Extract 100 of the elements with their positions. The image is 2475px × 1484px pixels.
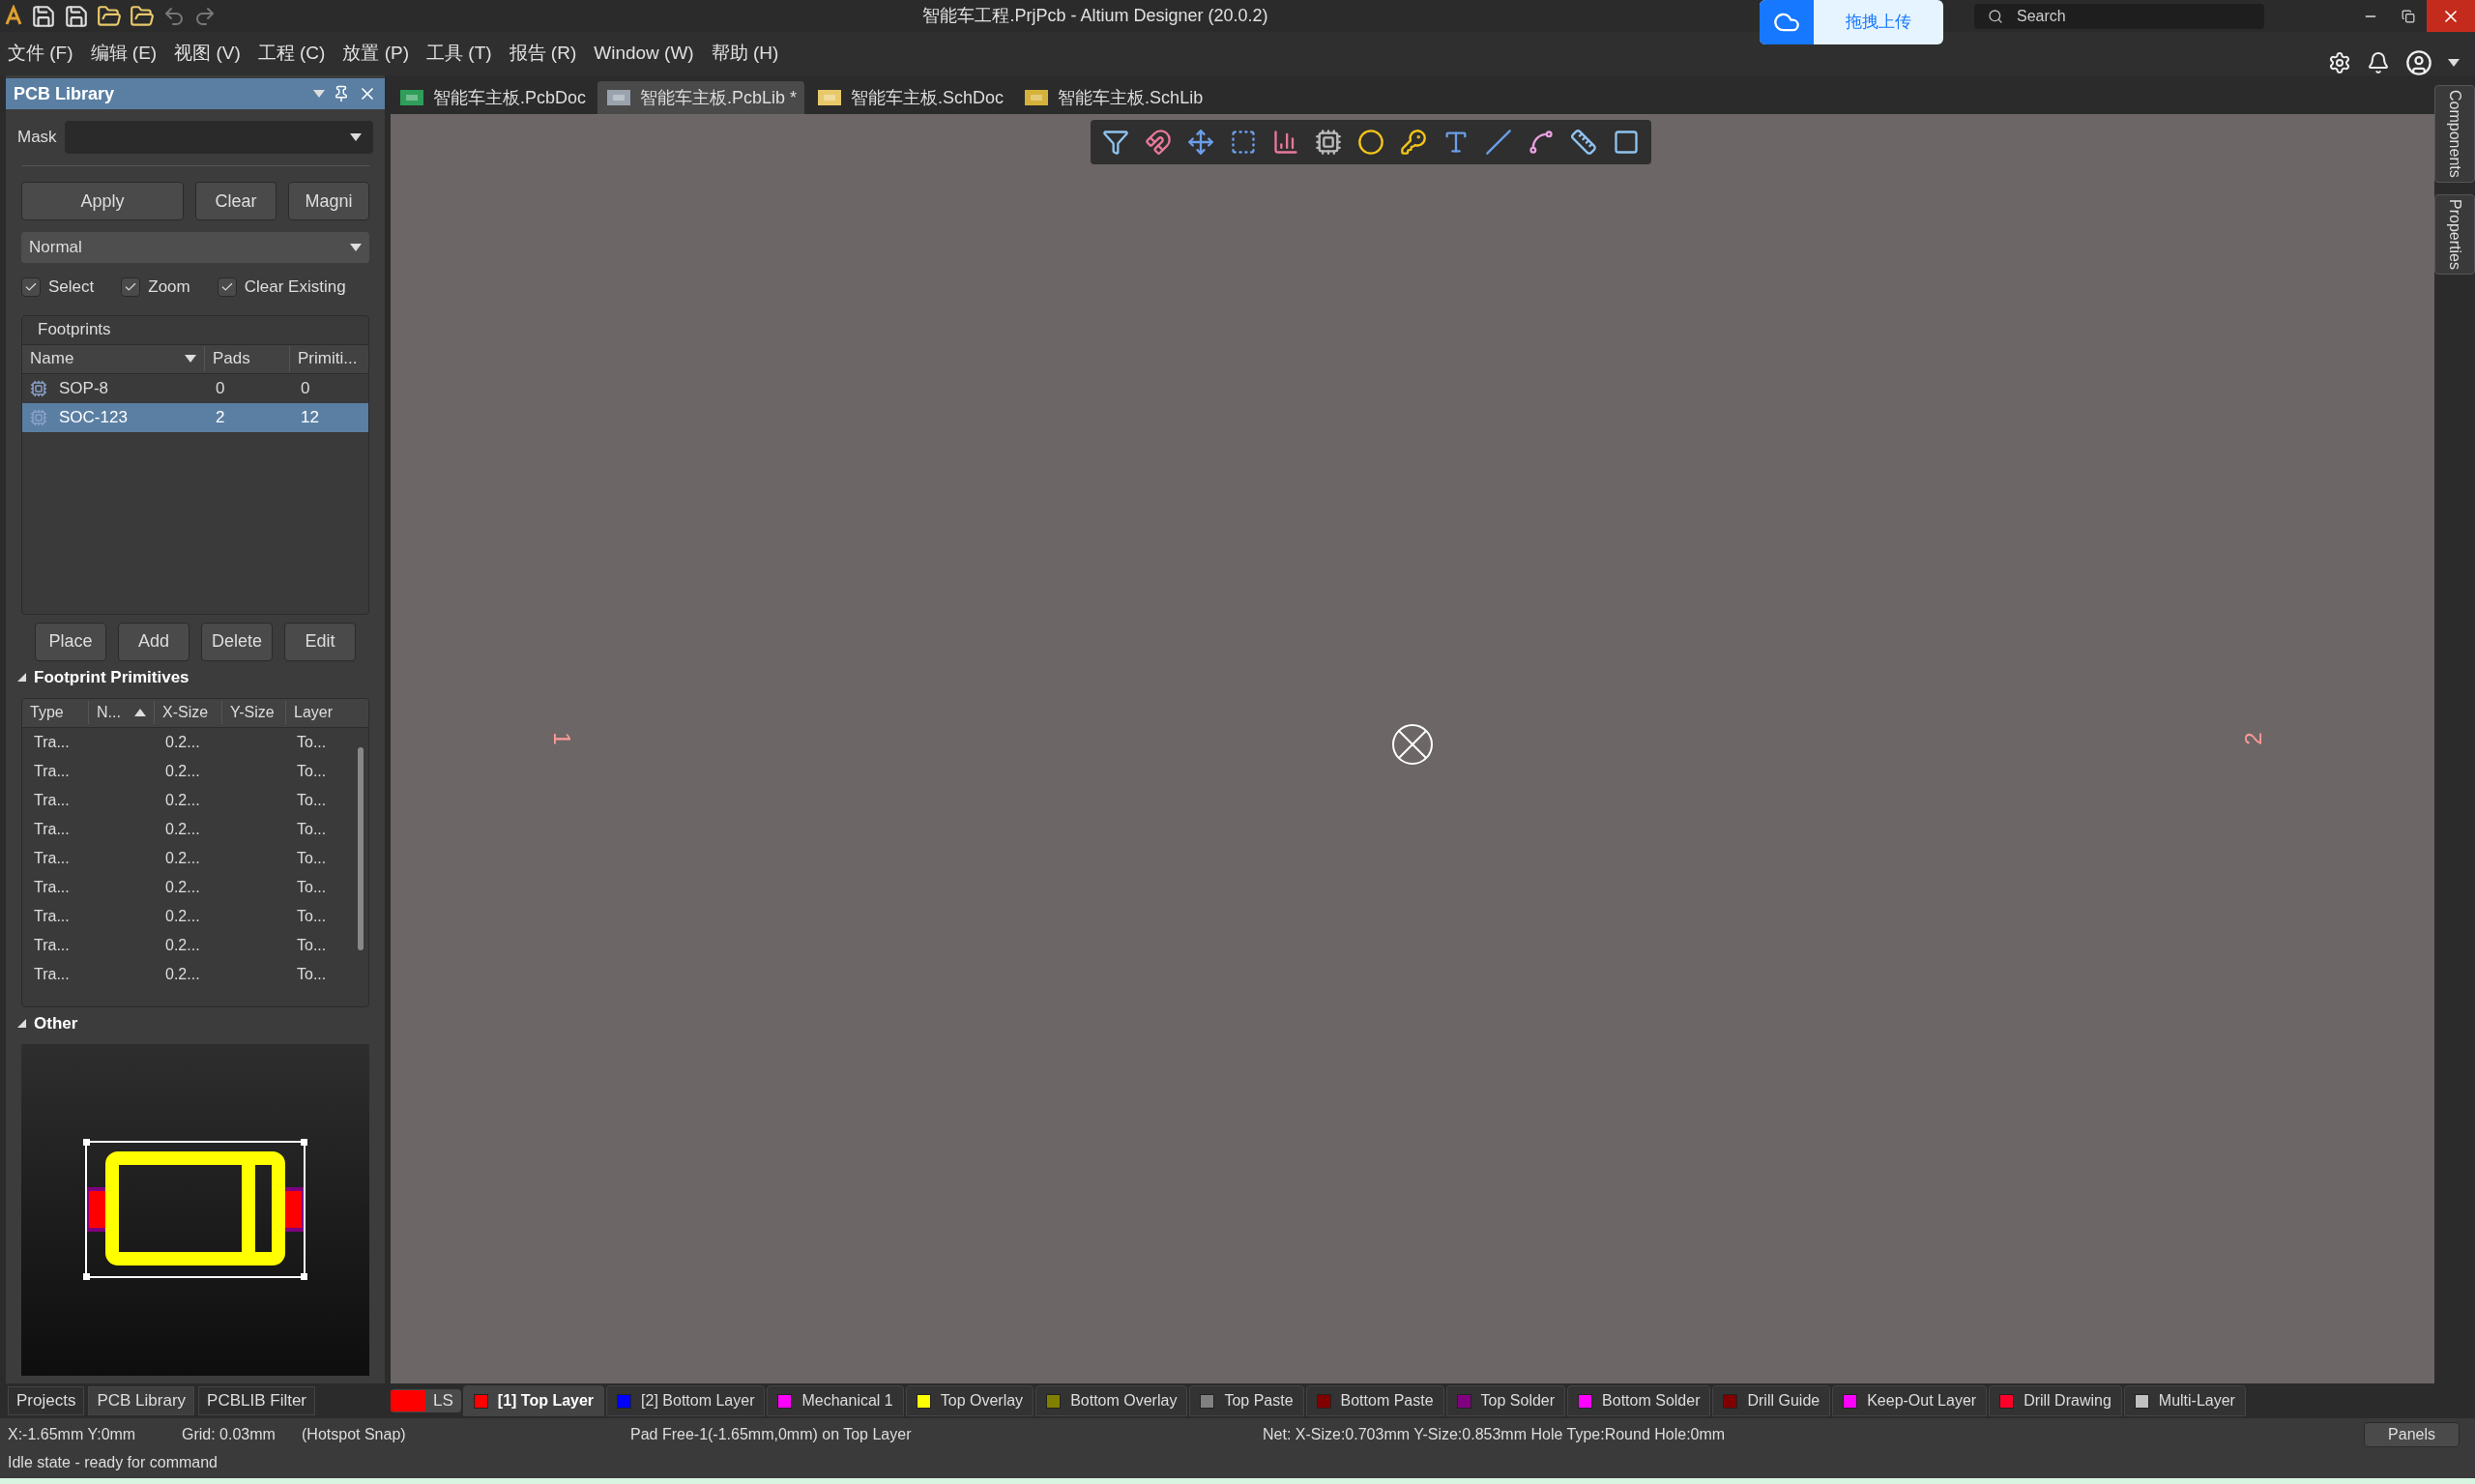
action-button[interactable]: Place: [35, 622, 106, 661]
menu-item[interactable]: 工程 (C): [257, 40, 326, 68]
table-cell-text: Tra...: [33, 935, 71, 955]
column-header[interactable]: Layer: [285, 701, 368, 724]
folder-icon[interactable]: [97, 3, 122, 29]
status-coords: X:-1.65mm Y:0mm: [8, 1425, 137, 1444]
document-tab[interactable]: 智能车主板.PcbDoc: [391, 81, 595, 114]
column-header[interactable]: Primiti...: [289, 346, 368, 371]
upload-button[interactable]: 拖拽上传: [1760, 0, 1943, 44]
column-header[interactable]: Name: [22, 346, 204, 371]
menu-item[interactable]: 放置 (P): [342, 40, 410, 68]
pad-label: 2: [2238, 732, 2267, 745]
checkbox[interactable]: [121, 276, 141, 297]
layer-tab[interactable]: Keep-Out Layer: [1832, 1385, 1988, 1416]
table-cell-text: Tra...: [33, 964, 71, 984]
line-icon[interactable]: [1485, 129, 1512, 156]
expanded-triangle-icon[interactable]: [17, 1019, 26, 1028]
checkbox[interactable]: [217, 276, 237, 297]
side-panel-tab[interactable]: Properties: [2434, 193, 2475, 275]
dashed-square-icon[interactable]: [1230, 129, 1257, 156]
layer-tab[interactable]: Top Paste: [1189, 1385, 1304, 1416]
panel-tab[interactable]: PCB Library: [88, 1386, 195, 1415]
mode-dropdown[interactable]: Normal: [21, 232, 369, 263]
table-cell-text: Tra...: [33, 877, 71, 897]
column-header[interactable]: Pads: [204, 346, 289, 371]
table-cell-text: 0: [215, 377, 226, 399]
restore-icon[interactable]: [2402, 9, 2415, 23]
layer-tab[interactable]: Mechanical 1: [767, 1385, 904, 1416]
table-cell-text: 0.2...: [164, 790, 201, 810]
status-grid: Grid: 0.03mm: [182, 1425, 277, 1444]
side-panel-tab[interactable]: Components: [2434, 85, 2475, 183]
filter-button[interactable]: Clear: [195, 182, 277, 220]
ruler-icon[interactable]: [1570, 129, 1597, 156]
filter-icon[interactable]: [1102, 129, 1129, 156]
menu-item[interactable]: 编辑 (E): [90, 40, 158, 68]
column-header[interactable]: Type: [22, 701, 88, 724]
layer-tab[interactable]: Drill Guide: [1712, 1385, 1831, 1416]
panels-button[interactable]: Panels: [2364, 1422, 2460, 1447]
action-button[interactable]: Delete: [201, 622, 273, 661]
document-tab[interactable]: 智能车主板.PcbLib *: [597, 81, 805, 114]
document-tab[interactable]: 智能车主板.SchLib: [1015, 81, 1211, 114]
settings-icon[interactable]: [2328, 50, 2351, 74]
layer-tab[interactable]: [2] Bottom Layer: [606, 1385, 766, 1416]
dropdown-caret-icon: [2448, 58, 2460, 67]
column-header[interactable]: N...: [88, 701, 154, 724]
expanded-triangle-icon[interactable]: [17, 673, 26, 682]
document-tab[interactable]: 智能车主板.SchDoc: [808, 81, 1012, 114]
layer-tab[interactable]: Bottom Paste: [1305, 1385, 1444, 1416]
route-icon[interactable]: [1528, 129, 1555, 156]
filter-button[interactable]: Apply: [21, 182, 184, 220]
layer-tab[interactable]: Top Solder: [1445, 1385, 1566, 1416]
footprint-row[interactable]: SOP-8 0 0: [22, 373, 368, 403]
user-icon[interactable]: [2405, 48, 2432, 76]
move-icon[interactable]: [1187, 129, 1214, 156]
dropdown-caret-icon: [350, 244, 362, 251]
key-icon[interactable]: [1400, 129, 1427, 156]
table-cell-text: To...: [296, 819, 328, 839]
menu-item[interactable]: 帮助 (H): [711, 40, 779, 68]
status-message: Idle state - ready for command: [8, 1453, 218, 1472]
action-button[interactable]: Add: [118, 622, 189, 661]
close-button[interactable]: [2427, 0, 2475, 32]
table-cell-text: To...: [296, 848, 328, 868]
folder-icon[interactable]: [130, 3, 155, 29]
layer-tab[interactable]: Bottom Overlay: [1035, 1385, 1188, 1416]
circle-icon[interactable]: [1357, 129, 1384, 156]
bar-chart-icon[interactable]: [1272, 129, 1299, 156]
save-icon[interactable]: [31, 3, 56, 29]
table-cell-text: To...: [296, 761, 328, 781]
column-header[interactable]: Y-Size: [221, 701, 285, 724]
panel-tab[interactable]: PCBLIB Filter: [198, 1386, 316, 1415]
menu-item[interactable]: 报告 (R): [509, 40, 577, 68]
table-cell-text: Tra...: [33, 732, 71, 752]
layer-set-button[interactable]: LS: [391, 1389, 461, 1412]
dropdown-caret-icon: [350, 133, 362, 141]
status-net-info: Net: X-Size:0.703mm Y-Size:0.853mm Hole Type:Round Hole:0mm: [1263, 1425, 1727, 1444]
group-title: Footprints: [22, 315, 368, 345]
pin-icon[interactable]: [333, 85, 350, 102]
layer-tab[interactable]: Multi-Layer: [2123, 1385, 2246, 1416]
menu-item[interactable]: Window (W): [594, 40, 694, 68]
panel-tab[interactable]: Projects: [8, 1386, 85, 1415]
filter-button[interactable]: Magni: [288, 182, 369, 220]
window-title: 智能车工程.PrjPcb - Altium Designer (20.0.2): [922, 5, 1268, 27]
mask-field[interactable]: [64, 121, 373, 154]
footprint-row[interactable]: SOC-123 2 12: [22, 402, 368, 432]
column-header[interactable]: X-Size: [154, 701, 221, 724]
menu-item[interactable]: 文件 (F): [8, 40, 73, 68]
layer-tab[interactable]: Drill Drawing: [1989, 1385, 2122, 1416]
layer-tab[interactable]: [1] Top Layer: [462, 1385, 605, 1416]
layer-tab[interactable]: Bottom Solder: [1567, 1385, 1711, 1416]
layer-tab[interactable]: Top Overlay: [905, 1385, 1034, 1416]
square-icon[interactable]: [1613, 129, 1640, 156]
checkbox[interactable]: [21, 276, 41, 297]
save-all-icon[interactable]: [64, 3, 89, 29]
menu-item[interactable]: 工具 (T): [426, 40, 492, 68]
search-field[interactable]: Search: [1974, 3, 2264, 29]
menu-item[interactable]: 视图 (V): [174, 40, 241, 68]
table-cell-text: 0.2...: [164, 848, 201, 868]
bell-icon[interactable]: [2367, 50, 2390, 74]
magnet-icon[interactable]: [1145, 129, 1172, 156]
action-button[interactable]: Edit: [284, 622, 356, 661]
